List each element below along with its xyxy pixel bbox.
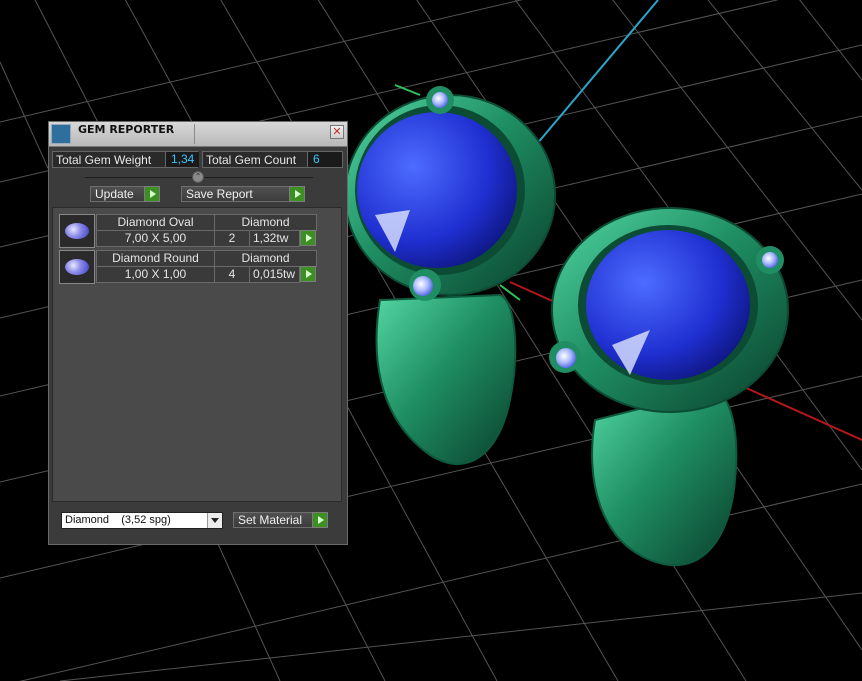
collapse-toggle-icon[interactable]: ⌃ bbox=[192, 171, 204, 183]
close-icon[interactable]: ✕ bbox=[330, 125, 344, 139]
gem-material: Diamond bbox=[214, 250, 317, 267]
gem-name: Diamond Round bbox=[96, 250, 215, 267]
set-material-button-label: Set Material bbox=[238, 513, 303, 527]
total-gem-weight-value: 1,34 bbox=[165, 152, 200, 167]
play-arrow-icon bbox=[144, 186, 160, 202]
gem-quantity: 4 bbox=[214, 266, 250, 283]
chevron-down-icon[interactable] bbox=[207, 513, 222, 528]
titlebar-separator bbox=[194, 124, 195, 144]
gem-thumbnail-oval bbox=[59, 214, 95, 248]
total-gem-count-field: Total Gem Count 6 bbox=[202, 151, 343, 168]
gem-reporter-panel: GEM REPORTER ✕ Total Gem Weight 1,34 Tot… bbox=[48, 121, 348, 545]
ring-model-1[interactable] bbox=[344, 84, 556, 465]
gem-weight: 1,32tw bbox=[249, 230, 300, 247]
gem-material: Diamond bbox=[214, 214, 317, 231]
total-gem-count-value: 6 bbox=[307, 152, 342, 167]
set-material-button[interactable]: Set Material bbox=[233, 512, 328, 528]
total-gem-count-label: Total Gem Count bbox=[206, 153, 297, 167]
gem-name: Diamond Oval bbox=[96, 214, 215, 231]
oval-gem-icon bbox=[65, 223, 89, 239]
total-gem-weight-field: Total Gem Weight 1,34 bbox=[52, 151, 200, 168]
play-arrow-icon[interactable] bbox=[300, 266, 316, 282]
gem-reporter-app-icon bbox=[51, 124, 71, 144]
ring-model-2[interactable] bbox=[549, 207, 789, 567]
save-report-button[interactable]: Save Report bbox=[181, 186, 305, 202]
panel-title: GEM REPORTER bbox=[78, 123, 175, 136]
gem-thumbnail-round bbox=[59, 250, 95, 284]
gem-quantity: 2 bbox=[214, 230, 250, 247]
panel-titlebar[interactable]: GEM REPORTER ✕ bbox=[49, 122, 347, 147]
play-arrow-icon bbox=[289, 186, 305, 202]
material-select-value: Diamond (3,52 spg) bbox=[65, 514, 171, 526]
gem-weight: 0,015tw bbox=[249, 266, 300, 283]
play-arrow-icon bbox=[312, 512, 328, 528]
update-button[interactable]: Update bbox=[90, 186, 160, 202]
update-button-label: Update bbox=[95, 187, 134, 201]
gem-row-diamond-round[interactable]: Diamond Round Diamond 1,00 X 1,00 4 0,01… bbox=[59, 250, 319, 288]
material-select[interactable]: Diamond (3,52 spg) bbox=[61, 512, 223, 529]
round-gem-icon bbox=[65, 259, 89, 275]
total-gem-weight-label: Total Gem Weight bbox=[56, 153, 152, 167]
save-report-button-label: Save Report bbox=[186, 187, 253, 201]
gem-size: 1,00 X 1,00 bbox=[96, 266, 215, 283]
play-arrow-icon[interactable] bbox=[300, 230, 316, 246]
gem-row-diamond-oval[interactable]: Diamond Oval Diamond 7,00 X 5,00 2 1,32t… bbox=[59, 214, 319, 252]
gem-size: 7,00 X 5,00 bbox=[96, 230, 215, 247]
gem-list: Diamond Oval Diamond 7,00 X 5,00 2 1,32t… bbox=[52, 207, 342, 502]
